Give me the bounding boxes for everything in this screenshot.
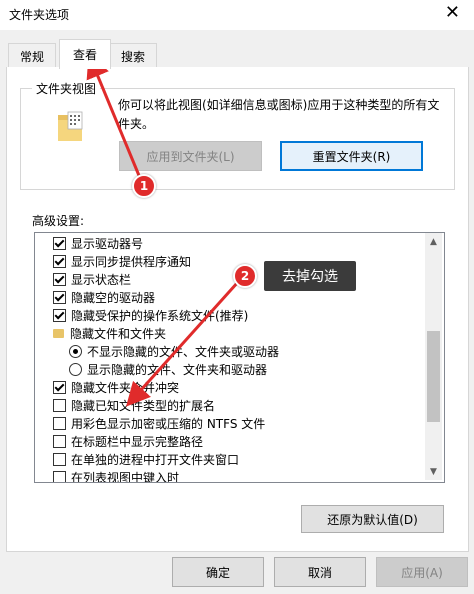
folder-view-description: 你可以将此视图(如详细信息或图标)应用于这种类型的所有文件夹。 [118,98,440,131]
list-item-hide-extensions[interactable]: 隐藏已知文件类型的扩展名 [53,396,215,414]
list-item[interactable]: 隐藏文件夹合并冲突 [53,378,179,396]
checkbox[interactable] [53,452,66,466]
scrollbar-thumb[interactable] [427,331,440,422]
list-item-group: 隐藏文件和文件夹 [53,324,166,342]
list-item[interactable]: 在单独的进程中打开文件夹窗口 [53,450,239,468]
step-2-badge: 2 [233,264,257,288]
checkbox[interactable] [53,416,66,430]
list-item[interactable]: 隐藏空的驱动器 [53,288,155,306]
close-icon[interactable]: ✕ [445,3,460,23]
restore-defaults-button[interactable]: 还原为默认值(D) [301,505,444,533]
scroll-down-icon[interactable]: ▼ [425,463,442,480]
checkbox[interactable] [53,308,66,322]
list-item[interactable]: 不显示隐藏的文件、文件夹或驱动器 [69,342,279,360]
scroll-up-icon[interactable]: ▲ [425,233,442,250]
tab-general[interactable]: 常规 [8,43,56,68]
folder-view-legend: 文件夹视图 [32,80,101,97]
list-item[interactable]: 隐藏受保护的操作系统文件(推荐) [53,306,248,324]
list-item[interactable]: 用彩色显示加密或压缩的 NTFS 文件 [53,414,265,432]
advanced-settings-label: 高级设置: [32,214,85,228]
cancel-button[interactable]: 取消 [274,557,366,587]
reset-folders-button[interactable]: 重置文件夹(R) [280,141,423,171]
checkbox[interactable] [53,380,66,394]
list-item[interactable]: 在列表视图中键入时 [53,468,179,482]
list-item[interactable]: 显示同步提供程序通知 [53,252,191,270]
apply-to-folders-button[interactable]: 应用到文件夹(L) [119,141,262,171]
checkbox[interactable] [53,272,66,286]
checkbox[interactable] [53,398,66,412]
checkbox[interactable] [53,236,66,250]
tab-view[interactable]: 查看 [59,39,111,69]
list-item[interactable]: 显示隐藏的文件、文件夹和驱动器 [69,360,267,378]
radio-button[interactable] [69,344,82,358]
checkbox[interactable] [53,254,66,268]
radio-button[interactable] [69,362,82,376]
checkbox[interactable] [53,290,66,304]
checkbox[interactable] [53,434,66,448]
list-item[interactable]: 显示状态栏 [53,270,131,288]
list-item[interactable]: 在标题栏中显示完整路径 [53,432,203,450]
ok-button[interactable]: 确定 [172,557,264,587]
checkbox[interactable] [53,470,66,482]
apply-button[interactable]: 应用(A) [376,557,468,587]
window-title: 文件夹选项 [9,8,70,22]
folder-icon [58,111,83,141]
list-item[interactable]: 显示驱动器号 [53,234,143,252]
uncheck-note: 去掉勾选 [264,261,356,291]
tab-search[interactable]: 搜索 [109,43,157,68]
step-1-badge: 1 [132,174,156,198]
folder-icon [53,328,64,338]
title-bar [0,0,474,30]
